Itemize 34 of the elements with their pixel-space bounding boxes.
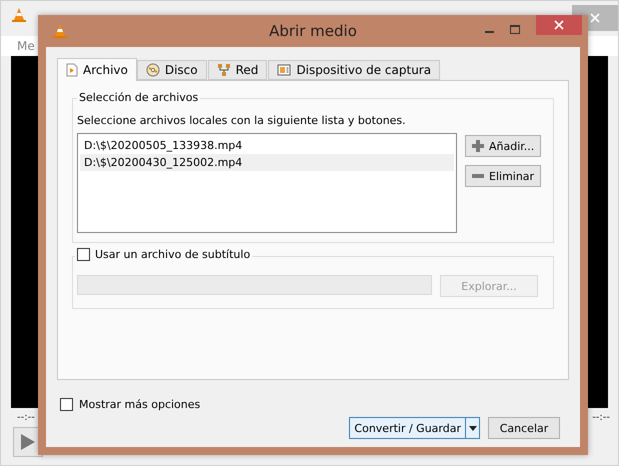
file-item[interactable]: D:\$\20200430_125002.mp4 — [80, 154, 454, 171]
checkbox-label: Usar un archivo de subtítulo — [95, 248, 250, 261]
dialog-title: Abrir medio — [269, 22, 357, 40]
checkbox[interactable] — [60, 398, 73, 411]
elapsed-time: --:-- — [17, 412, 35, 423]
close-icon — [590, 13, 600, 23]
caret-icon — [468, 426, 476, 430]
group-title: Selección de archivos — [77, 91, 200, 104]
tab[interactable]: Disco — [136, 60, 207, 80]
tab[interactable]: Archivo — [57, 58, 137, 81]
maximize-icon[interactable] — [510, 25, 520, 34]
tab[interactable]: Red — [208, 60, 268, 80]
checkbox-label: Mostrar más opciones — [79, 398, 200, 411]
disc-icon — [146, 63, 160, 77]
minus-icon — [472, 174, 484, 178]
close-button[interactable] — [536, 15, 582, 35]
tab[interactable]: Dispositivo de captura — [268, 60, 440, 80]
description-text: Seleccione archivos locales con la siguiente lista y botones. — [77, 114, 407, 127]
play-icon — [21, 434, 35, 450]
file-icon — [66, 63, 78, 77]
vlc-cone-icon — [11, 7, 27, 23]
cancel-button[interactable]: Cancelar — [488, 417, 560, 439]
file-item[interactable]: D:\$\20200505_133938.mp4 — [80, 137, 454, 154]
total-time: --:-- — [592, 412, 610, 423]
network-icon — [216, 63, 231, 77]
vlc-cone-icon — [52, 23, 68, 39]
close-icon — [554, 20, 564, 30]
file-button[interactable]: Eliminar — [465, 165, 542, 187]
file-button[interactable]: Añadir... — [465, 135, 542, 157]
convert-save-button[interactable]: Convertir / Guardar — [349, 417, 480, 439]
menu-item[interactable]: Me — [17, 39, 35, 53]
file-list[interactable]: D:\$\20200505_133938.mp4 D:\$\20200430_125002.mp4 — [77, 133, 457, 233]
plus-icon — [472, 140, 484, 152]
capture-device-icon — [277, 63, 292, 77]
